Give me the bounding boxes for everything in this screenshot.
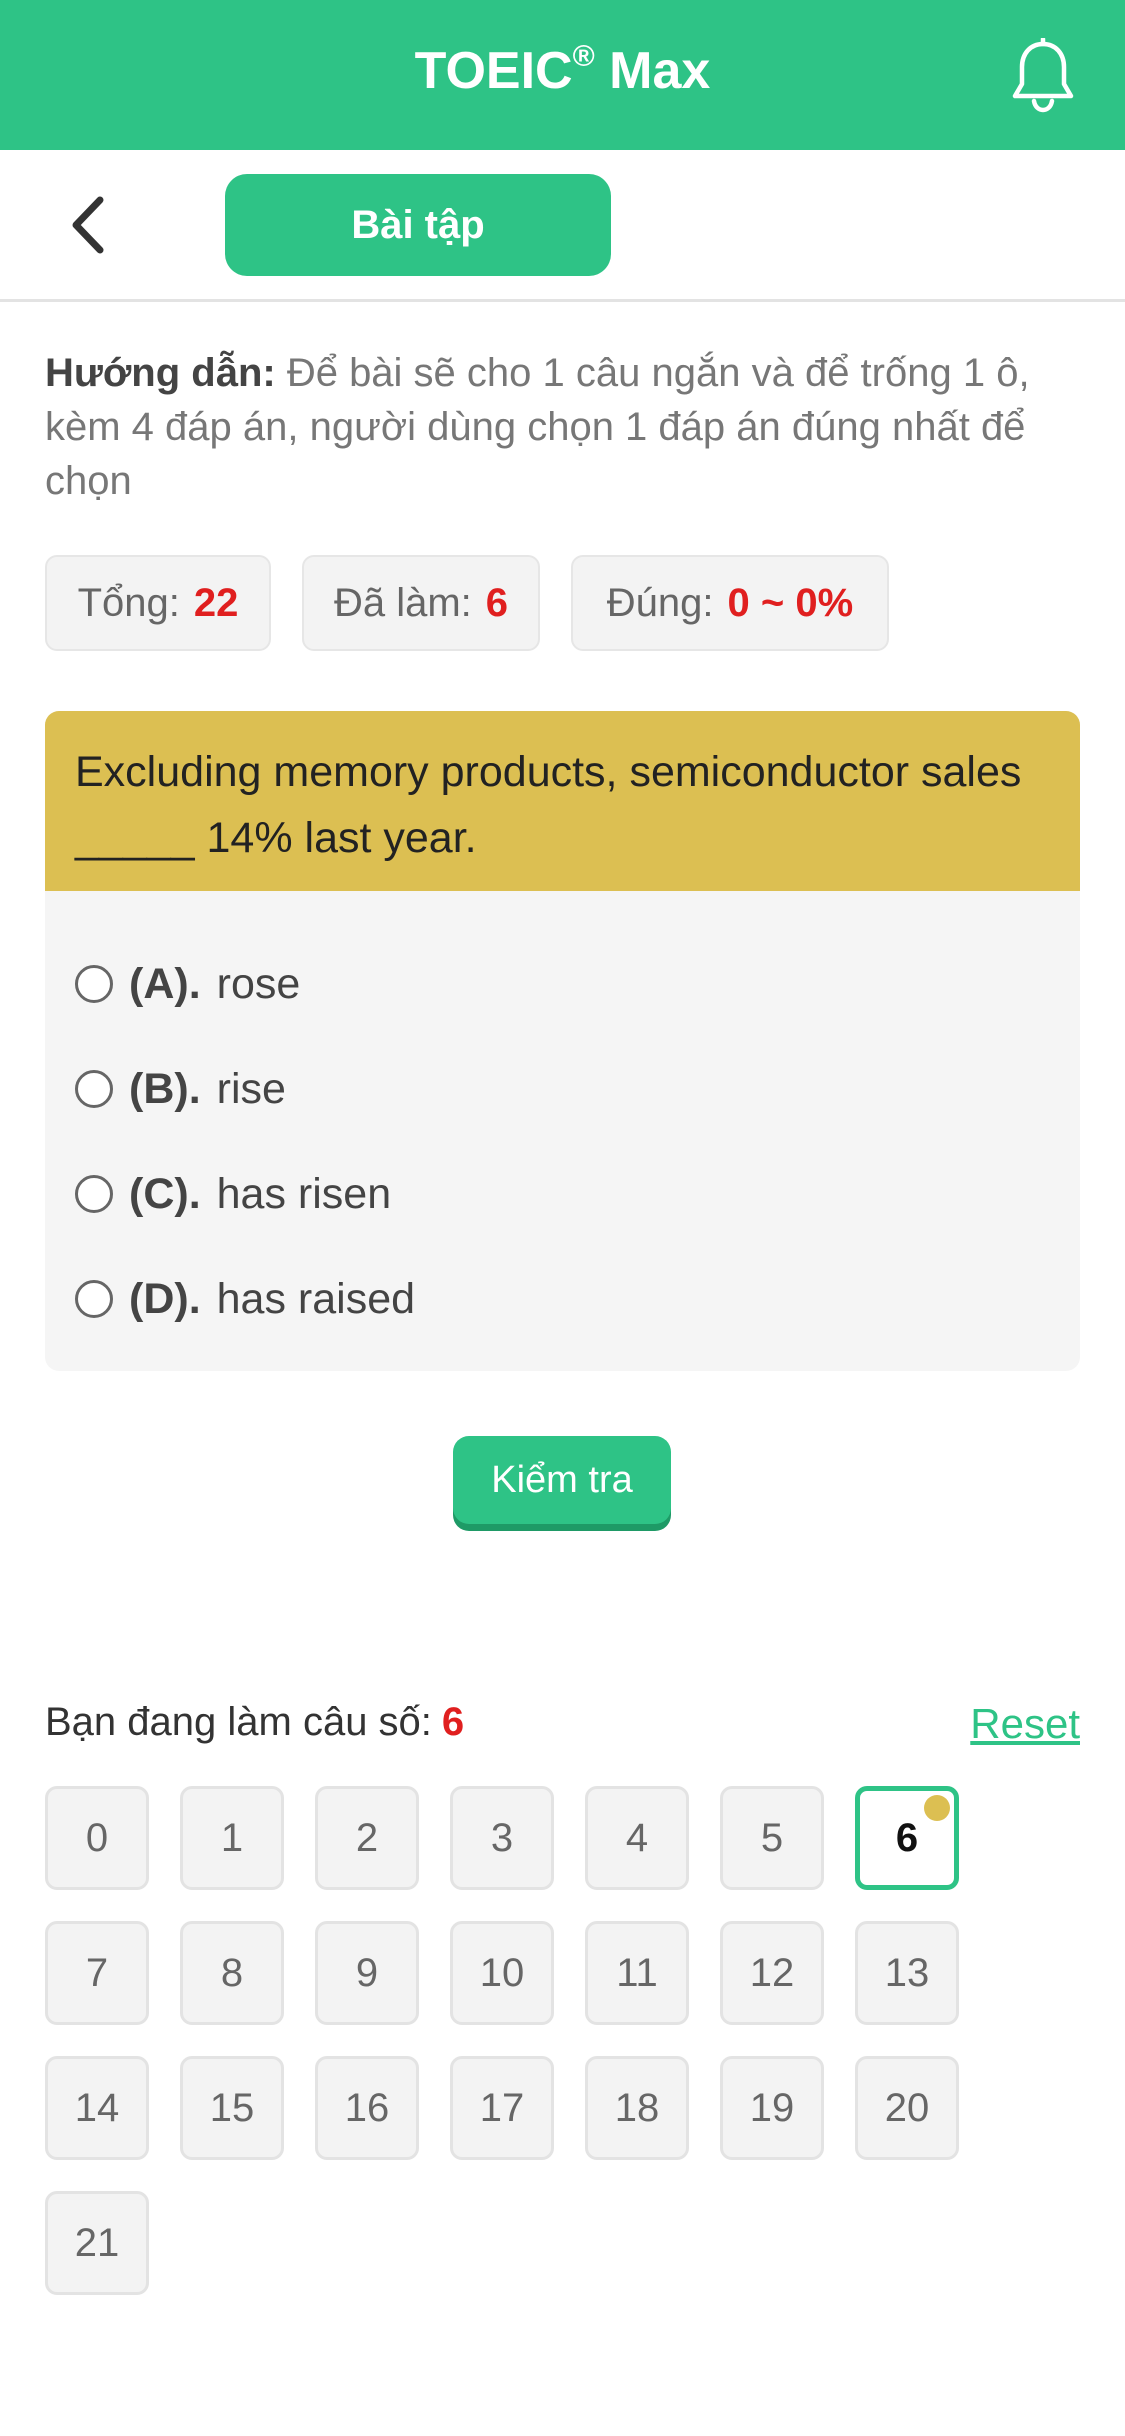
question-grid-item[interactable]: 0 — [45, 1786, 149, 1890]
question-grid-item[interactable]: 15 — [180, 2056, 284, 2160]
question-grid-item[interactable]: 10 — [450, 1921, 554, 2025]
radio-button[interactable] — [75, 965, 113, 1003]
question-grid-item[interactable]: 13 — [855, 1921, 959, 2025]
question-grid-item[interactable]: 21 — [45, 2191, 149, 2295]
question-grid-item[interactable]: 19 — [720, 2056, 824, 2160]
question-grid-item[interactable]: 5 — [720, 1786, 824, 1890]
chevron-left-icon[interactable] — [62, 190, 118, 260]
question-grid-item[interactable]: 16 — [315, 2056, 419, 2160]
option-c[interactable]: (C). has risen — [75, 1159, 391, 1229]
question-grid-item[interactable]: 4 — [585, 1786, 689, 1890]
option-a[interactable]: (A). rose — [75, 949, 300, 1019]
radio-button[interactable] — [75, 1175, 113, 1213]
question-grid-item[interactable]: 12 — [720, 1921, 824, 2025]
option-b[interactable]: (B). rise — [75, 1054, 286, 1124]
radio-button[interactable] — [75, 1280, 113, 1318]
stat-total: Tổng: 22 — [45, 555, 271, 651]
question-grid-item[interactable]: 8 — [180, 1921, 284, 2025]
question-grid-item[interactable]: 18 — [585, 2056, 689, 2160]
option-d[interactable]: (D). has raised — [75, 1264, 415, 1334]
question-grid-item[interactable]: 14 — [45, 2056, 149, 2160]
question-grid-item[interactable]: 20 — [855, 2056, 959, 2160]
stat-correct: Đúng: 0 ~ 0% — [571, 555, 889, 651]
question-grid-item[interactable]: 9 — [315, 1921, 419, 2025]
app-title: TOEIC® Max — [414, 40, 711, 100]
reset-link[interactable]: Reset — [970, 1700, 1080, 1748]
bell-icon[interactable] — [1010, 38, 1076, 114]
question-text: Excluding memory products, semiconductor… — [45, 711, 1080, 891]
question-grid-item[interactable]: 11 — [585, 1921, 689, 2025]
check-button[interactable]: Kiểm tra — [453, 1436, 671, 1524]
instructions-label: Hướng dẫn: — [45, 351, 276, 395]
question-grid-item[interactable]: 2 — [315, 1786, 419, 1890]
question-grid-item[interactable]: 7 — [45, 1921, 149, 2025]
subheader: Bài tập — [0, 150, 1125, 302]
app-header: TOEIC® Max — [0, 0, 1125, 150]
tab-exercise[interactable]: Bài tập — [225, 174, 611, 276]
current-indicator-dot — [924, 1795, 950, 1821]
radio-button[interactable] — [75, 1070, 113, 1108]
stat-done: Đã làm: 6 — [302, 555, 540, 651]
question-card: Excluding memory products, semiconductor… — [45, 711, 1080, 1371]
progress-label: Bạn đang làm câu số: 6 — [45, 1700, 465, 1744]
question-grid-item[interactable]: 1 — [180, 1786, 284, 1890]
question-grid-item-current[interactable]: 6 — [855, 1786, 959, 1890]
question-grid-item[interactable]: 3 — [450, 1786, 554, 1890]
question-grid-item[interactable]: 17 — [450, 2056, 554, 2160]
instructions: Hướng dẫn: Để bài sẽ cho 1 câu ngắn và đ… — [45, 346, 1085, 508]
